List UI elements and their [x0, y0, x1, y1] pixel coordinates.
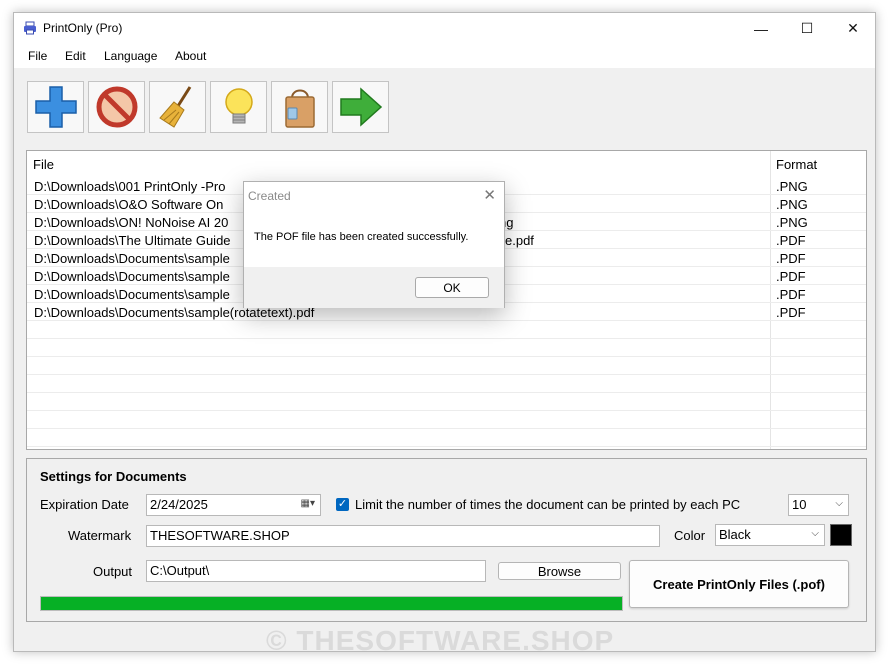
broom-icon — [158, 86, 191, 128]
chevron-down-icon: ⌵ — [811, 528, 819, 539]
expiration-date-picker[interactable]: 2/24/2025 ▦▾ — [146, 494, 321, 516]
empty-row — [27, 321, 866, 339]
color-label: Color — [674, 528, 706, 543]
file-path: D:\Downloads\001 PrintOnly -Pro — [34, 179, 226, 194]
prohibited-icon — [96, 86, 137, 128]
empty-row — [27, 429, 866, 447]
expiration-label: Expiration Date — [40, 497, 129, 512]
chevron-down-icon: ⌵ — [835, 498, 843, 509]
dialog-message: The POF file has been created successful… — [254, 231, 469, 243]
minimize-icon: — — [754, 20, 768, 37]
clear-button[interactable] — [149, 81, 206, 133]
progress-bar — [40, 596, 623, 611]
format-column-header[interactable]: Format — [770, 151, 817, 177]
file-path: D:\Downloads\ON! NoNoise AI 20 — [34, 215, 229, 230]
toolbar — [14, 68, 875, 148]
add-files-button[interactable] — [27, 81, 84, 133]
dialog-close-icon[interactable]: ✕ — [483, 186, 496, 204]
add-icon — [34, 86, 77, 128]
file-format: .PDF — [776, 269, 806, 284]
menu-bar: File Edit Language About — [14, 44, 875, 68]
maximize-button[interactable]: ☐ — [784, 13, 830, 44]
remove-button[interactable] — [88, 81, 145, 133]
minimize-button[interactable]: — — [738, 13, 784, 44]
empty-row — [27, 375, 866, 393]
limit-label: Limit the number of times the document c… — [355, 497, 741, 512]
calendar-icon[interactable]: ▦▾ — [301, 498, 315, 509]
expiration-date-value: 2/24/2025 — [150, 497, 208, 512]
file-format: .PDF — [776, 233, 806, 248]
output-label: Output — [93, 564, 133, 579]
close-icon: ✕ — [847, 20, 859, 36]
color-swatch[interactable] — [830, 524, 852, 546]
ok-label: OK — [443, 280, 461, 295]
create-files-button[interactable]: Create PrintOnly Files (.pof) — [629, 560, 849, 608]
shopping-bag-icon — [284, 89, 315, 128]
empty-row — [27, 393, 866, 411]
file-path: D:\Downloads\Documents\sample — [34, 251, 230, 266]
tips-button[interactable] — [210, 81, 267, 133]
title-bar: PrintOnly (Pro) — ☐ ✕ — [14, 13, 875, 44]
next-button[interactable] — [332, 81, 389, 133]
file-format: .PNG — [776, 197, 808, 212]
file-column-header[interactable]: File — [27, 151, 54, 177]
watermark-input[interactable]: THESOFTWARE.SHOP — [146, 525, 660, 547]
file-format: .PNG — [776, 215, 808, 230]
output-path-value: C:\Output\ — [150, 563, 210, 578]
watermark-label: Watermark — [68, 528, 132, 543]
browse-button[interactable]: Browse — [498, 562, 621, 580]
window-title: PrintOnly (Pro) — [43, 21, 123, 35]
empty-row — [27, 339, 866, 357]
ok-button[interactable]: OK — [415, 277, 489, 298]
empty-row — [27, 411, 866, 429]
dialog-footer: OK — [244, 267, 504, 308]
file-path: D:\Downloads\The Ultimate Guide — [34, 233, 231, 248]
color-value: Black — [719, 527, 751, 542]
progress-fill — [41, 597, 622, 610]
output-path-input[interactable]: C:\Output\ — [146, 560, 486, 582]
menu-edit[interactable]: Edit — [65, 49, 86, 63]
settings-title: Settings for Documents — [40, 469, 187, 484]
menu-about[interactable]: About — [175, 49, 206, 63]
maximize-icon: ☐ — [800, 20, 814, 36]
menu-language[interactable]: Language — [104, 49, 157, 63]
file-format: .PDF — [776, 287, 806, 302]
file-path: D:\Downloads\Documents\sample — [34, 269, 230, 284]
file-format: .PDF — [776, 305, 806, 320]
watermark-overlay: © THESOFTWARE.SHOP — [266, 625, 615, 656]
file-path-fragment: e.pdf — [505, 233, 534, 248]
arrow-right-icon — [339, 87, 382, 127]
limit-checkbox[interactable]: ✓ — [336, 498, 349, 511]
dialog-title: Created — [248, 189, 291, 203]
create-files-label: Create PrintOnly Files (.pof) — [653, 576, 825, 592]
limit-count-select[interactable]: 10 ⌵ — [788, 494, 849, 516]
close-button[interactable]: ✕ — [830, 13, 876, 44]
file-path: D:\Downloads\Documents\sample — [34, 287, 230, 302]
limit-count-value: 10 — [792, 497, 807, 512]
empty-row — [27, 357, 866, 375]
buy-button[interactable] — [271, 81, 328, 133]
color-select[interactable]: Black ⌵ — [715, 524, 825, 546]
file-format: .PDF — [776, 251, 806, 266]
watermark-value: THESOFTWARE.SHOP — [150, 528, 290, 543]
printer-icon — [24, 21, 36, 35]
lightbulb-icon — [224, 88, 253, 124]
browse-label: Browse — [537, 563, 582, 579]
file-format: .PNG — [776, 179, 808, 194]
menu-file[interactable]: File — [28, 49, 47, 63]
created-dialog: Created ✕ The POF file has been created … — [243, 181, 505, 308]
app-window: PrintOnly (Pro) — ☐ ✕ File Edit Language… — [13, 12, 876, 652]
file-path: D:\Downloads\O&O Software On — [34, 197, 224, 212]
